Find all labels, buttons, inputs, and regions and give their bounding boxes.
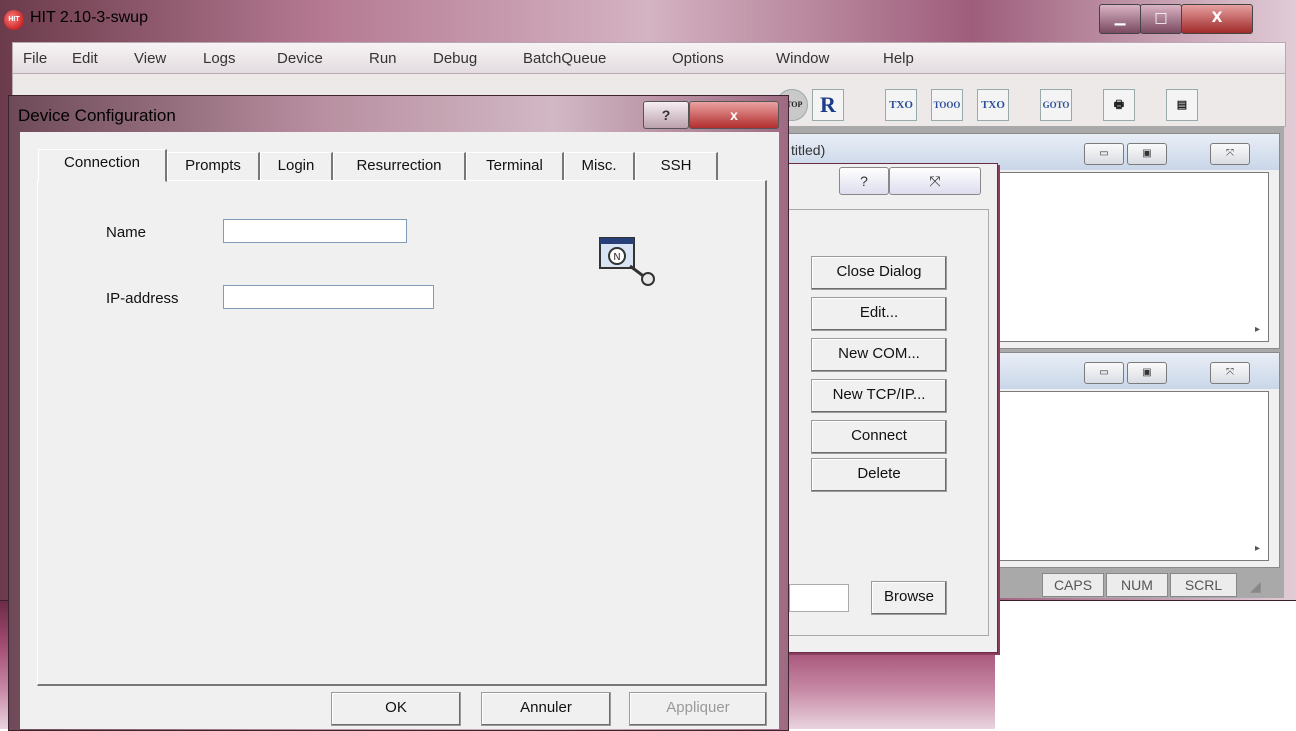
menu-window[interactable]: Window [776, 50, 829, 67]
tab-terminal[interactable]: Terminal [466, 152, 564, 181]
app-icon: HIT [4, 10, 24, 30]
dialog-close-button[interactable]: ⤧ [889, 167, 981, 195]
scroll-right-arrow[interactable]: ▸ [1255, 324, 1260, 335]
menu-device[interactable]: Device [277, 50, 323, 67]
cancel-button[interactable]: Annuler [481, 692, 611, 726]
svg-text:N: N [613, 252, 620, 263]
menu-debug[interactable]: Debug [433, 50, 477, 67]
help-button[interactable]: ? [839, 167, 889, 195]
delete-button[interactable]: Delete [811, 458, 947, 492]
menu-options[interactable]: Options [672, 50, 724, 67]
close-dialog-button[interactable]: Close Dialog [811, 256, 947, 290]
window-title: HIT 2.10-3-swup [30, 9, 148, 26]
menu-file[interactable]: File [23, 50, 47, 67]
ip-address-label: IP-address [106, 290, 179, 307]
mdi-minimize-button[interactable]: ▭ [1084, 362, 1124, 384]
menu-help[interactable]: Help [883, 50, 914, 67]
r-icon[interactable]: R [812, 89, 844, 121]
device-list-dialog: ? ⤧ Close Dialog Edit... New COM... New … [770, 163, 998, 653]
dialog-close-button[interactable]: x [689, 101, 779, 129]
status-num: NUM [1106, 573, 1168, 597]
ip-address-field[interactable] [223, 285, 434, 309]
tab-resurrection[interactable]: Resurrection [333, 152, 466, 181]
menu-view[interactable]: View [134, 50, 166, 67]
return-icon[interactable]: TXO [977, 89, 1009, 121]
minimize-button[interactable]: ▁ [1099, 4, 1141, 34]
path-field[interactable] [789, 584, 849, 612]
step-icon[interactable]: TXO [885, 89, 917, 121]
maximize-button[interactable]: □ [1140, 4, 1182, 34]
name-label: Name [106, 224, 147, 241]
tab-misc[interactable]: Misc. [564, 152, 635, 181]
tab-ssh[interactable]: SSH [635, 152, 718, 181]
mdi-minimize-button[interactable]: ▭ [1084, 143, 1124, 165]
edit-button[interactable]: Edit... [811, 297, 947, 331]
new-tcpip-button[interactable]: New TCP/IP... [811, 379, 947, 413]
network-connection-icon: N [598, 236, 658, 286]
tab-prompts[interactable]: Prompts [167, 152, 260, 181]
menu-batchqueue[interactable]: BatchQueue [523, 50, 606, 67]
scroll-right-arrow[interactable]: ▸ [1255, 543, 1260, 554]
tab-connection[interactable]: Connection [38, 149, 167, 182]
status-caps: CAPS [1042, 573, 1104, 597]
menu-run[interactable]: Run [369, 50, 397, 67]
close-button[interactable]: X [1181, 4, 1253, 34]
mdi-title: titled) [791, 142, 826, 158]
apply-button: Appliquer [629, 692, 767, 726]
menu-bar: File Edit View Logs Device Run Debug Bat… [12, 42, 1286, 74]
mdi-maximize-button[interactable]: ▣ [1127, 143, 1167, 165]
new-com-button[interactable]: New COM... [811, 338, 947, 372]
mdi-maximize-button[interactable]: ▣ [1127, 362, 1167, 384]
help-button[interactable]: ? [643, 101, 689, 129]
goto-icon[interactable]: GOTO [1040, 89, 1072, 121]
menu-logs[interactable]: Logs [203, 50, 236, 67]
title-bar[interactable]: HIT HIT 2.10-3-swup ▁ □ X [0, 0, 1296, 40]
ok-button[interactable]: OK [331, 692, 461, 726]
mdi-close-button[interactable]: ⤧ [1210, 143, 1250, 165]
menu-edit[interactable]: Edit [72, 50, 98, 67]
report-icon[interactable]: ▤ [1166, 89, 1198, 121]
connect-button[interactable]: Connect [811, 420, 947, 454]
browse-button[interactable]: Browse [871, 581, 947, 615]
step-many-icon[interactable]: TOOO [931, 89, 963, 121]
status-scrl: SCRL [1170, 573, 1237, 597]
print-icon[interactable]: 🖶 [1103, 89, 1135, 121]
resize-grip-icon[interactable]: ◢ [1250, 578, 1280, 598]
name-field[interactable] [223, 219, 407, 243]
mdi-close-button[interactable]: ⤧ [1210, 362, 1250, 384]
tab-login[interactable]: Login [260, 152, 333, 181]
dialog-title: Device Configuration [18, 106, 176, 125]
